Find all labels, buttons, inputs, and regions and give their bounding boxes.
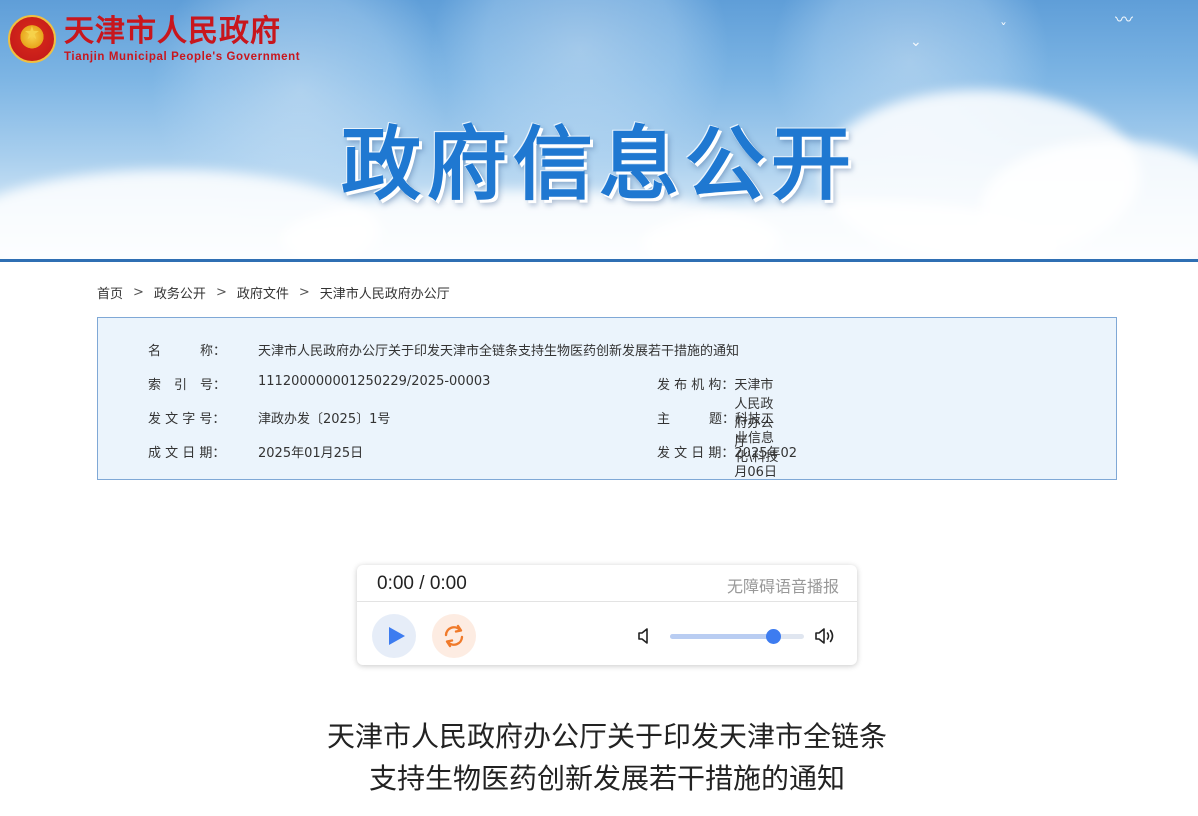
article-title: 天津市人民政府办公厅关于印发天津市全链条 支持生物医药创新发展若干措施的通知 xyxy=(0,716,1198,800)
volume-slider-fill xyxy=(670,634,774,639)
article-title-line1: 天津市人民政府办公厅关于印发天津市全链条 xyxy=(326,720,887,753)
breadcrumb-separator: > xyxy=(298,285,310,300)
volume-high-icon[interactable] xyxy=(814,626,838,646)
document-info-box: 名 称： 天津市人民政府办公厅关于印发天津市全链条支持生物医药创新发展若干措施的… xyxy=(97,317,1117,480)
banner-title: 政府信息公开 xyxy=(341,118,857,211)
breadcrumb-gov-documents[interactable]: 政府文件 xyxy=(237,283,289,302)
info-row-dates: 成 文 日 期： 2025年01月25日 发 文 日 期： 2025年02月06… xyxy=(148,442,797,480)
bird-decoration: ⌄ xyxy=(910,34,922,50)
national-emblem-icon xyxy=(8,15,56,63)
info-label-name: 名 称： xyxy=(148,344,227,359)
info-value-name: 天津市人民政府办公厅关于印发天津市全链条支持生物医药创新发展若干措施的通知 xyxy=(258,344,740,359)
info-label-published: 发 文 日 期： xyxy=(657,446,735,461)
breadcrumb-general-office[interactable]: 天津市人民政府办公厅 xyxy=(320,283,450,302)
play-icon xyxy=(389,627,405,645)
breadcrumb: 首页 > 政务公开 > 政府文件 > 天津市人民政府办公厅 xyxy=(97,283,450,302)
banner-divider xyxy=(0,259,1198,262)
breadcrumb-gov-affairs[interactable]: 政务公开 xyxy=(154,283,206,302)
site-logo[interactable]: 天津市人民政府 Tianjin Municipal People's Gover… xyxy=(8,14,300,64)
bird-decoration: ˇ xyxy=(1000,22,1007,38)
loop-button[interactable] xyxy=(432,614,476,658)
player-time-display: 0:00 / 0:00 xyxy=(377,573,467,594)
info-value-created: 2025年01月25日 xyxy=(258,446,364,461)
play-button[interactable] xyxy=(372,614,416,658)
player-label: 无障碍语音播报 xyxy=(726,577,839,596)
info-row-name: 名 称： 天津市人民政府办公厅关于印发天津市全链条支持生物医药创新发展若干措施的… xyxy=(148,340,739,359)
info-row-docno: 发 文 字 号： 津政办发〔2025〕1号 主 题： 科技工业信息化\科技 xyxy=(148,408,778,465)
info-label-created: 成 文 日 期： xyxy=(148,446,226,461)
player-divider xyxy=(357,601,857,602)
volume-low-icon[interactable] xyxy=(637,627,655,645)
site-name-en: Tianjin Municipal People's Government xyxy=(64,51,301,63)
volume-slider-thumb[interactable] xyxy=(766,629,782,644)
loop-icon xyxy=(444,624,464,648)
header-banner: 〰 ˇ ⌄ 天津市人民政府 Tianjin Municipal People's… xyxy=(0,0,1198,262)
info-label-index: 索 引 号： xyxy=(148,378,227,393)
info-row-index: 索 引 号： 111200000001250229/2025-00003 发 布… xyxy=(148,374,773,450)
info-value-published: 2025年02月06日 xyxy=(734,446,798,480)
breadcrumb-separator: > xyxy=(133,285,144,300)
info-value-index: 111200000001250229/2025-00003 xyxy=(258,374,491,389)
info-value-docno: 津政办发〔2025〕1号 xyxy=(258,412,391,427)
site-name-cn: 天津市人民政府 xyxy=(64,14,281,49)
breadcrumb-separator: > xyxy=(215,285,227,300)
article-title-line2: 支持生物医药创新发展若干措施的通知 xyxy=(368,762,845,795)
info-label-docno: 发 文 字 号： xyxy=(148,412,226,427)
accessible-audio-player: 0:00 / 0:00 无障碍语音播报 xyxy=(357,565,857,665)
bird-decoration: 〰 xyxy=(1115,10,1133,31)
volume-slider[interactable] xyxy=(670,629,804,644)
breadcrumb-home[interactable]: 首页 xyxy=(97,283,123,302)
